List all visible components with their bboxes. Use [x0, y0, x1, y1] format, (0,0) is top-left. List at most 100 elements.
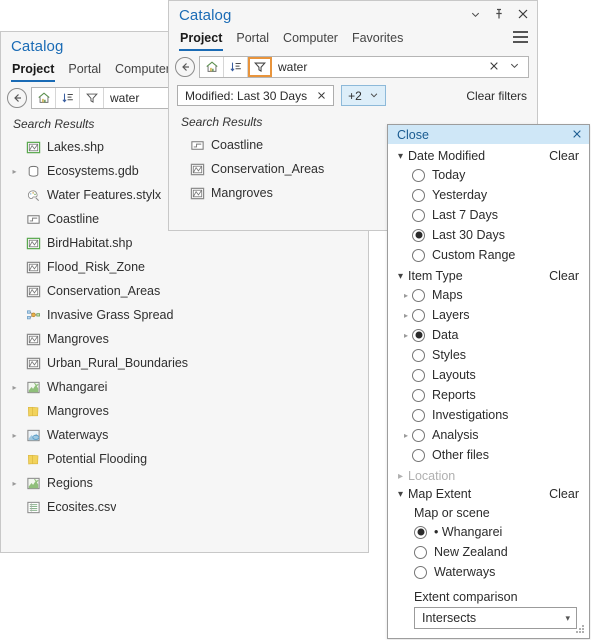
expand-arrow-icon[interactable]: ▸ — [9, 166, 20, 177]
chevron-right-icon[interactable]: ▸ — [394, 471, 407, 482]
filter-funnel-icon[interactable] — [248, 57, 272, 77]
left-search-box[interactable]: water — [31, 87, 186, 109]
clear-link[interactable]: Clear — [549, 149, 579, 163]
clear-link[interactable]: Clear — [549, 487, 579, 501]
back-arrow-icon[interactable] — [7, 88, 27, 108]
chevron-down-icon[interactable] — [467, 6, 483, 22]
more-filters-button[interactable]: +2 — [341, 85, 386, 106]
filter-group-item-type[interactable]: ▾ Item Type Clear — [388, 267, 589, 285]
list-item[interactable]: ▸ Invasive Grass Spread — [1, 303, 368, 327]
radio-button[interactable] — [412, 308, 425, 322]
tab-project[interactable]: Project — [179, 29, 224, 51]
list-item[interactable]: ▸ BirdHabitat.shp — [1, 231, 368, 255]
radio-option-reports[interactable]: ▸ Reports — [388, 385, 589, 405]
chevron-down-icon[interactable]: ▾ — [394, 151, 407, 162]
radio-option-maps[interactable]: ▸ Maps — [388, 285, 589, 305]
list-item[interactable]: ▸ Ecosites.csv — [1, 495, 368, 518]
clear-link[interactable]: Clear — [549, 269, 579, 283]
radio-button[interactable] — [414, 525, 427, 539]
extent-comparison-select[interactable]: Intersects ▾ — [414, 607, 577, 629]
list-item[interactable]: ▸ Flood_Risk_Zone — [1, 255, 368, 279]
radio-option-new-zealand[interactable]: New Zealand — [388, 542, 589, 562]
expand-arrow-icon[interactable]: ▸ — [9, 478, 20, 489]
chevron-down-icon[interactable] — [509, 60, 520, 74]
radio-button[interactable] — [412, 208, 425, 222]
filter-chip-label: Modified: Last 30 Days — [185, 88, 308, 103]
radio-option-yesterday[interactable]: ▸ Yesterday — [388, 185, 589, 205]
radio-button[interactable] — [412, 368, 425, 382]
list-item[interactable]: ▸ Potential Flooding — [1, 447, 368, 471]
list-item[interactable]: ▸ Whangarei — [1, 375, 368, 399]
tab-favorites[interactable]: Favorites — [351, 29, 404, 51]
resize-grip-icon[interactable] — [576, 625, 586, 635]
radio-button[interactable] — [412, 248, 425, 262]
hamburger-menu-icon[interactable] — [513, 31, 528, 43]
expand-arrow-icon[interactable]: ▸ — [400, 331, 412, 340]
filter-group-location[interactable]: ▸ Location — [388, 467, 589, 485]
expand-arrow-icon[interactable]: ▸ — [400, 291, 412, 300]
main-search-box[interactable]: water — [199, 56, 529, 78]
radio-button[interactable] — [412, 188, 425, 202]
chevron-down-icon[interactable]: ▾ — [394, 271, 407, 282]
radio-button[interactable] — [412, 288, 425, 302]
home-icon[interactable] — [200, 57, 224, 77]
radio-option-other-files[interactable]: ▸ Other files — [388, 445, 589, 465]
clear-filters-button[interactable]: Clear filters — [466, 89, 527, 103]
radio-button[interactable] — [412, 388, 425, 402]
list-item[interactable]: ▸ Urban_Rural_Boundaries — [1, 351, 368, 375]
radio-option-layouts[interactable]: ▸ Layouts — [388, 365, 589, 385]
filter-group-date-modified[interactable]: ▾ Date Modified Clear — [388, 147, 589, 165]
filter-funnel-icon[interactable] — [80, 88, 104, 108]
radio-option-analysis[interactable]: ▸ Analysis — [388, 425, 589, 445]
expand-arrow-icon[interactable]: ▸ — [400, 431, 412, 440]
close-x-icon[interactable] — [572, 128, 582, 142]
radio-button[interactable] — [412, 408, 425, 422]
tab-project[interactable]: Project — [11, 60, 56, 82]
close-icon[interactable] — [515, 6, 531, 22]
radio-button[interactable] — [412, 328, 425, 342]
radio-option-last-30-days[interactable]: ▸ Last 30 Days — [388, 225, 589, 245]
radio-button[interactable] — [414, 565, 427, 579]
tab-portal[interactable]: Portal — [67, 60, 102, 82]
radio-button[interactable] — [412, 348, 425, 362]
tab-computer[interactable]: Computer — [282, 29, 339, 51]
radio-option-layers[interactable]: ▸ Layers — [388, 305, 589, 325]
radio-label: Analysis — [432, 428, 479, 442]
list-item[interactable]: ▸ Mangroves — [1, 327, 368, 351]
sort-icon[interactable] — [56, 88, 80, 108]
radio-option-custom-range[interactable]: ▸ Custom Range — [388, 245, 589, 265]
back-arrow-icon[interactable] — [175, 57, 195, 77]
clear-x-icon[interactable] — [489, 60, 499, 74]
radio-option-styles[interactable]: ▸ Styles — [388, 345, 589, 365]
chevron-down-icon[interactable]: ▾ — [394, 489, 407, 500]
filter-panel-close-label[interactable]: Close — [397, 128, 429, 142]
filter-group-map-extent[interactable]: ▾ Map Extent Clear — [388, 485, 589, 503]
remove-x-icon[interactable] — [317, 89, 326, 103]
list-item[interactable]: ▸ Mangroves — [1, 399, 368, 423]
radio-button[interactable] — [412, 228, 425, 242]
tab-computer[interactable]: Computer — [114, 60, 171, 82]
radio-option-last-7-days[interactable]: ▸ Last 7 Days — [388, 205, 589, 225]
radio-button[interactable] — [414, 545, 427, 559]
expand-arrow-icon[interactable]: ▸ — [9, 382, 20, 393]
radio-button[interactable] — [412, 448, 425, 462]
pin-icon[interactable] — [491, 6, 507, 22]
radio-button[interactable] — [412, 428, 425, 442]
list-item[interactable]: ▸ Conservation_Areas — [1, 279, 368, 303]
filter-chip-modified[interactable]: Modified: Last 30 Days — [177, 85, 335, 106]
dropdown-arrow-icon[interactable]: ▾ — [565, 613, 570, 624]
list-item[interactable]: ▸ Waterways — [1, 423, 368, 447]
radio-option-today[interactable]: ▸ Today — [388, 165, 589, 185]
expand-arrow-icon[interactable]: ▸ — [9, 430, 20, 441]
radio-button[interactable] — [412, 168, 425, 182]
radio-option-whangarei[interactable]: • Whangarei — [388, 522, 589, 542]
home-icon[interactable] — [32, 88, 56, 108]
sort-icon[interactable] — [224, 57, 248, 77]
expand-arrow-icon[interactable]: ▸ — [400, 311, 412, 320]
list-item[interactable]: ▸ Regions — [1, 471, 368, 495]
radio-option-data[interactable]: ▸ Data — [388, 325, 589, 345]
radio-option-investigations[interactable]: ▸ Investigations — [388, 405, 589, 425]
tab-portal[interactable]: Portal — [235, 29, 270, 51]
radio-option-waterways[interactable]: Waterways — [388, 562, 589, 582]
main-search-input[interactable]: water — [272, 57, 485, 77]
